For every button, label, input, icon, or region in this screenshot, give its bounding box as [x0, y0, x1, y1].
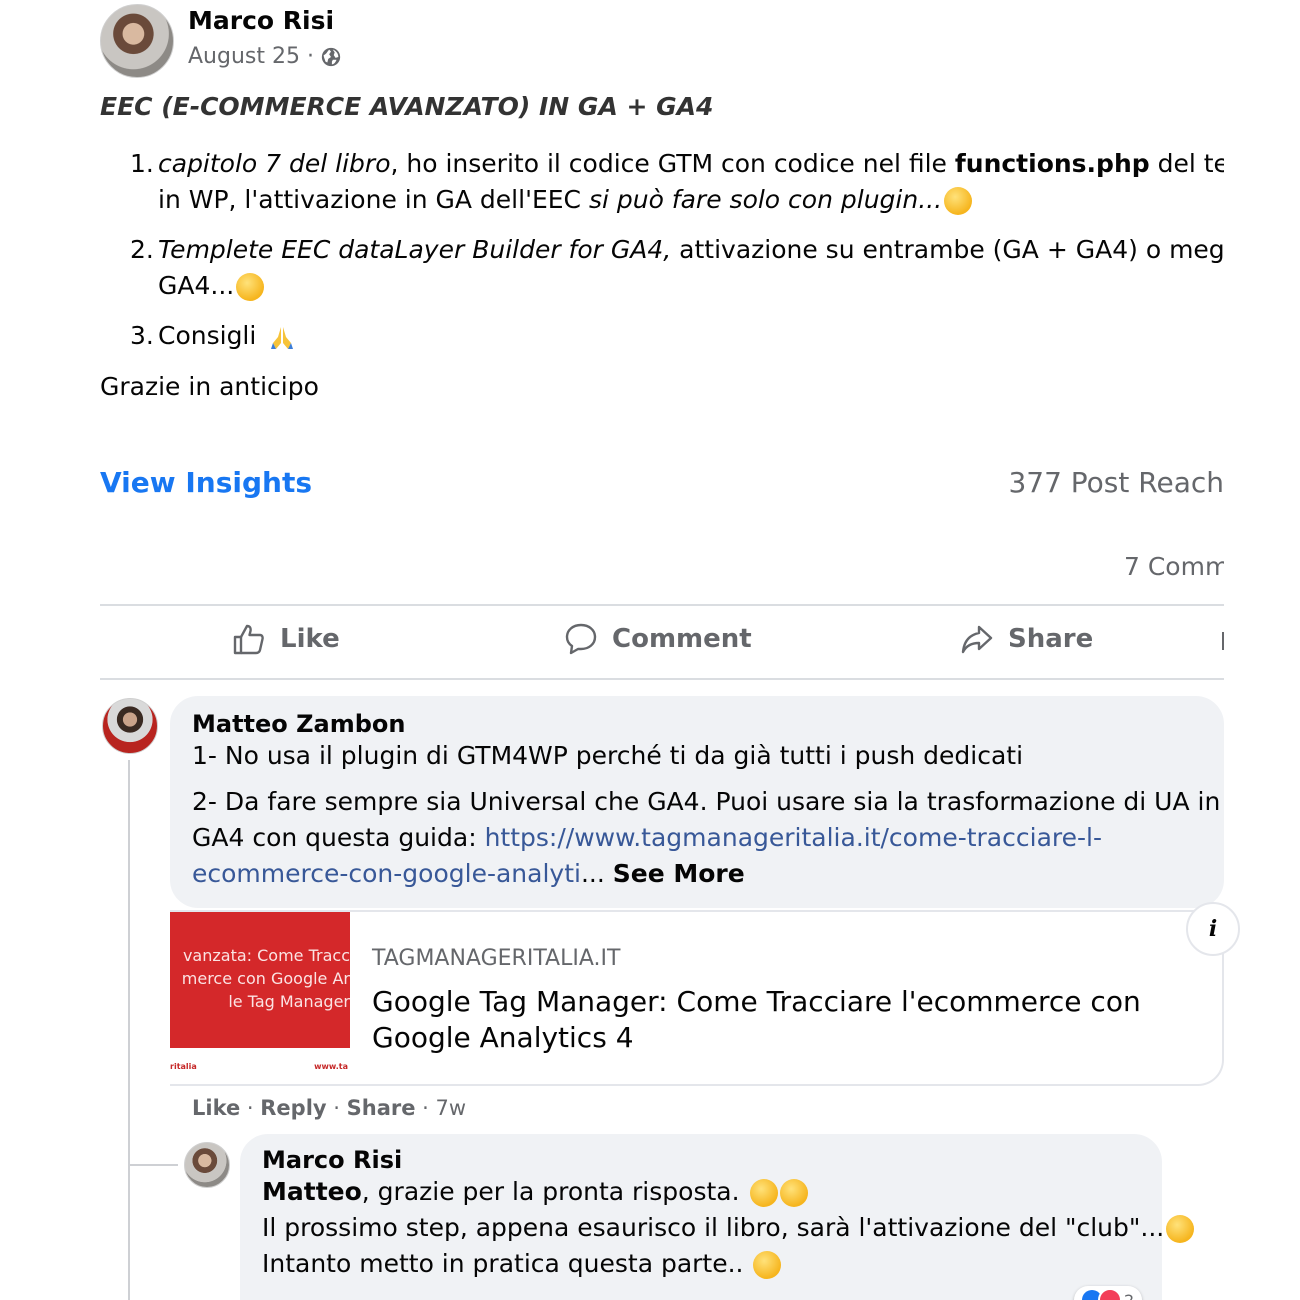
link-preview-card[interactable]: vanzata: Come Tracc merce con Google Ar …	[170, 910, 1224, 1086]
like-label: Like	[280, 624, 340, 654]
reaction-count: 2	[1124, 1290, 1135, 1300]
reply-avatar[interactable]	[184, 1142, 230, 1188]
separator: ·	[415, 1096, 436, 1120]
author-avatar[interactable]	[100, 4, 174, 78]
thumbnail-url: www.ta	[314, 1062, 348, 1071]
link-preview-domain: TAGMANAGERITALIA.IT	[372, 946, 621, 971]
commenter-name[interactable]: Matteo Zambon	[192, 710, 1202, 738]
comment-text: ...	[580, 859, 613, 888]
thread-line	[128, 760, 130, 1300]
globe-icon	[321, 47, 341, 66]
list-text-bold: functions.php	[954, 149, 1150, 178]
smiling-face-icon	[753, 1251, 782, 1279]
thinking-face-icon	[944, 187, 973, 215]
post-list: 1. capitolo 7 del libro, ho inserito il …	[130, 146, 1224, 368]
share-icon	[961, 625, 993, 654]
reply-bubble: Marco Risi Matteo, grazie per la pronta …	[240, 1134, 1195, 1300]
separator: ·	[326, 1096, 347, 1120]
link-preview-title: Google Tag Manager: Come Tracciare l'eco…	[372, 984, 1141, 1056]
divider	[100, 678, 1224, 680]
post-date[interactable]: August 25 ·	[188, 44, 314, 69]
comment-share-button[interactable]: Share	[347, 1096, 416, 1120]
link-preview-title-line: Google Analytics 4	[372, 1021, 634, 1054]
list-text: GA4...	[158, 271, 235, 300]
comment-timestamp[interactable]: 7w	[436, 1096, 467, 1120]
thumbs-up-emoji-icon	[749, 1179, 778, 1207]
share-label: Share	[1008, 624, 1094, 654]
comment-count[interactable]: 7 Comm	[1124, 552, 1224, 581]
link-preview-thumbnail: vanzata: Come Tracc merce con Google Ar …	[170, 912, 350, 1084]
action-bar-edge	[1222, 632, 1224, 650]
list-item: 3. Consigli	[130, 318, 1224, 354]
commenter-avatar[interactable]	[102, 698, 158, 754]
love-reaction-icon	[1098, 1288, 1122, 1300]
comment-label: Comment	[612, 624, 752, 654]
comment-link[interactable]: ecommerce-con-google-analyti	[192, 859, 581, 888]
list-item: 2. Templete EEC dataLayer Builder for GA…	[130, 232, 1224, 304]
facebook-post: Marco Risi August 25 · EEC (E-COMMERCE A…	[0, 0, 1300, 1300]
list-text-italic: capitolo 7 del libro	[158, 149, 391, 178]
reply-text: , grazie per la pronta risposta.	[361, 1177, 748, 1206]
list-text-italic: Templete EEC dataLayer Builder for GA4,	[158, 235, 672, 264]
reaction-badge[interactable]: 2	[1074, 1286, 1143, 1300]
post-closing: Grazie in anticipo	[100, 372, 319, 401]
separator: ·	[240, 1096, 261, 1120]
mention-link[interactable]: Matteo	[262, 1177, 362, 1206]
list-text-italic: si può fare solo con plugin...	[588, 185, 943, 214]
comment-link[interactable]: https://www.tagmanageritalia.it/come-tra…	[485, 823, 1102, 852]
author-name[interactable]: Marco Risi	[188, 6, 334, 35]
reply-author-name[interactable]: Marco Risi	[262, 1146, 1140, 1174]
comment-icon	[565, 623, 597, 655]
grinning-face-icon	[1166, 1215, 1195, 1243]
thumbnail-brand: ritalia	[170, 1062, 197, 1071]
thread-branch	[128, 1164, 178, 1166]
thumbnail-text: merce con Google Ar	[181, 969, 350, 988]
comment-like-button[interactable]: Like	[192, 1096, 240, 1120]
list-number: 2.	[130, 235, 154, 264]
list-text: , ho inserito il codice GTM con codice n…	[390, 149, 955, 178]
reply-text: Intanto metto in pratica questa parte..	[262, 1249, 752, 1278]
folded-hands-icon	[271, 327, 294, 349]
list-text: del tema c	[1157, 149, 1224, 178]
comment-text: GA4 con questa guida:	[192, 823, 485, 852]
view-insights-link[interactable]: View Insights	[100, 466, 312, 499]
link-preview-title-line: Google Tag Manager: Come Tracciare l'eco…	[372, 985, 1141, 1018]
comment-text: 2- Da fare sempre sia Universal che GA4.…	[192, 787, 1221, 816]
comment-bubble: Matteo Zambon 1- No usa il plugin di GTM…	[170, 696, 1224, 908]
comment-reply-button[interactable]: Reply	[260, 1096, 326, 1120]
info-icon[interactable]: i	[1186, 902, 1240, 956]
share-button[interactable]: Share	[960, 622, 1093, 656]
list-text: attivazione su entrambe (GA + GA4) o meg…	[679, 235, 1224, 264]
action-bar: Like Comment Share	[100, 608, 1224, 678]
post-reach: 377 Post Reach	[1008, 466, 1224, 499]
list-number: 1.	[130, 149, 154, 178]
clapping-hands-icon	[779, 1179, 808, 1207]
like-button[interactable]: Like	[232, 622, 340, 656]
post-meta: August 25 ·	[188, 44, 342, 69]
thumbnail-text: le Tag Manager	[228, 992, 350, 1011]
list-text: Consigli	[158, 321, 265, 350]
list-item: 1. capitolo 7 del libro, ho inserito il …	[130, 146, 1224, 218]
reply-text: Il prossimo step, appena esaurisco il li…	[262, 1213, 1165, 1242]
thinking-face-icon	[236, 273, 265, 301]
post-title: EEC (E-COMMERCE AVANZATO) IN GA + GA4	[100, 92, 714, 121]
comment-text: 1- No usa il plugin di GTM4WP perché ti …	[192, 741, 1024, 770]
thumbs-up-icon	[233, 624, 264, 655]
divider	[100, 604, 1224, 606]
see-more-link[interactable]: See More	[613, 859, 745, 888]
comment-button[interactable]: Comment	[564, 622, 752, 656]
list-text: in WP, l'attivazione in GA dell'EEC	[158, 185, 589, 214]
list-number: 3.	[130, 321, 154, 350]
comment-actions: Like · Reply · Share · 7w	[192, 1096, 466, 1120]
thumbnail-text: vanzata: Come Tracc	[182, 946, 350, 965]
